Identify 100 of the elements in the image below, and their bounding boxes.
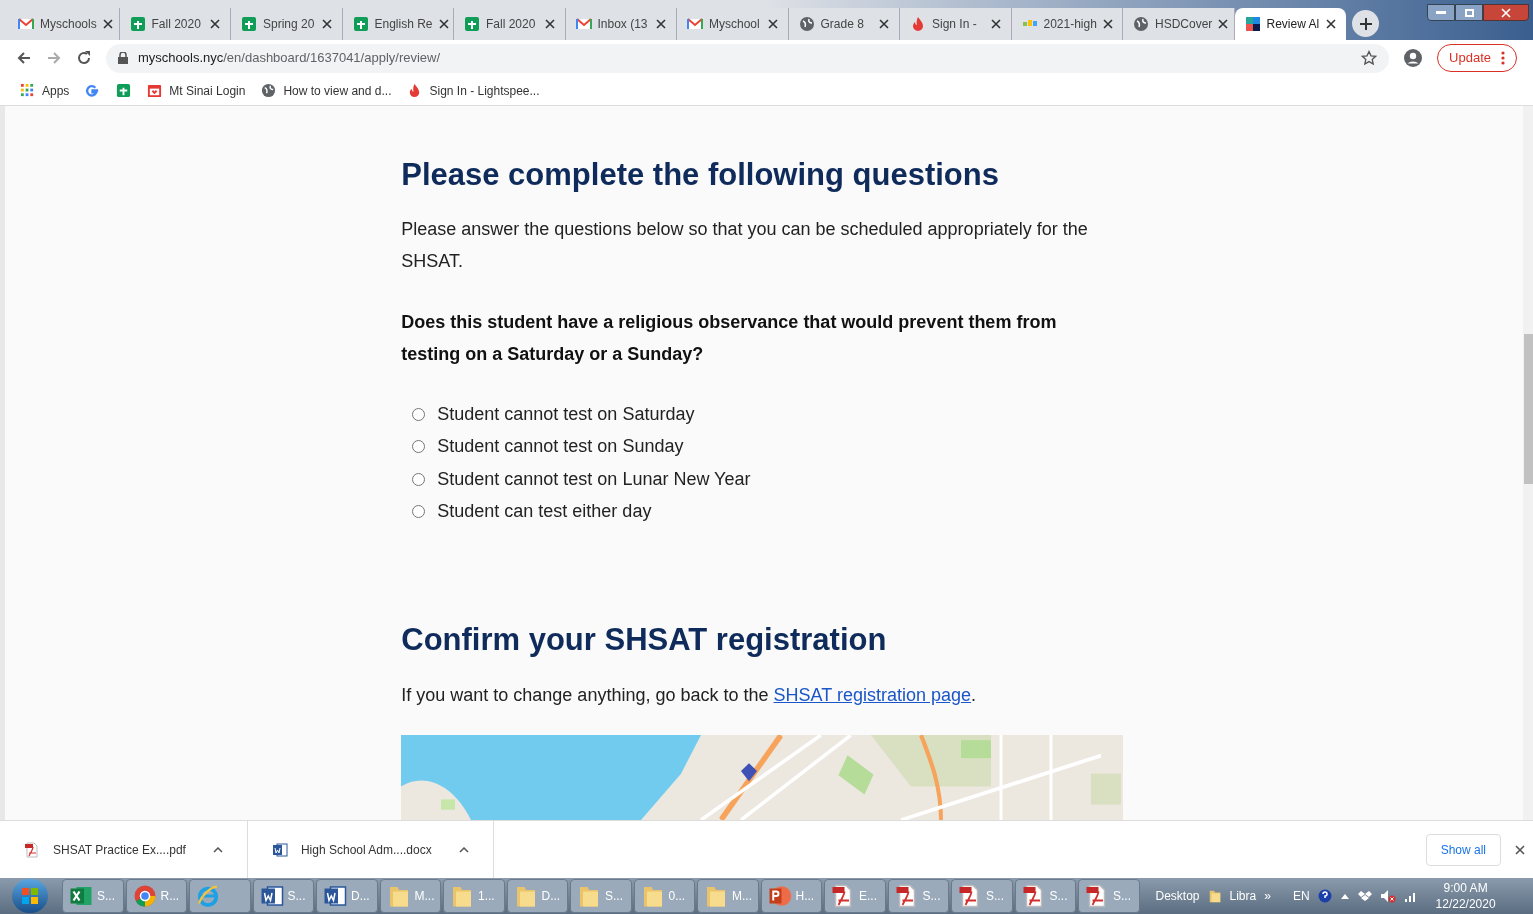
caret-icon[interactable]	[212, 846, 223, 853]
radio-button[interactable]	[412, 407, 426, 421]
back-icon[interactable]	[16, 50, 32, 66]
apps-grid-icon	[20, 83, 35, 98]
browser-tab[interactable]: HSDCover	[1123, 8, 1235, 40]
close-icon[interactable]	[767, 19, 778, 29]
close-icon[interactable]	[1326, 19, 1336, 29]
close-icon[interactable]	[879, 19, 889, 29]
close-icon[interactable]	[990, 19, 1001, 29]
sheet-icon	[241, 16, 257, 32]
tray-up-icon[interactable]	[1339, 892, 1350, 900]
bookmark[interactable]: How to view and d...	[261, 81, 392, 100]
tab-title: HSDCover	[1155, 16, 1213, 33]
change-text: If you want to change anything, go back to the SHSAT registration page.	[401, 684, 977, 707]
tab-title: Spring 20	[263, 16, 316, 33]
bookmark[interactable]: Mt Sinai Login	[147, 81, 246, 100]
new-tab-button[interactable]	[1352, 10, 1379, 37]
more-icon	[1501, 51, 1505, 65]
clock[interactable]: 9:00 AM 12/22/2020	[1435, 880, 1496, 912]
close-icon[interactable]	[102, 19, 113, 29]
close-icon[interactable]	[210, 19, 220, 29]
help-icon[interactable]	[1317, 889, 1332, 903]
globe-icon	[261, 83, 277, 98]
word-icon	[323, 884, 347, 908]
tab-title: Inbox (13	[597, 16, 649, 33]
tab-title: Grade 8	[820, 16, 865, 33]
bookmark[interactable]: Apps	[20, 81, 70, 100]
word-icon	[271, 841, 288, 858]
language-indicator[interactable]: EN	[1292, 887, 1310, 905]
radio-button[interactable]	[412, 472, 426, 486]
browser-tab[interactable]: Review Al	[1234, 8, 1346, 40]
calendar-icon	[147, 83, 163, 98]
squares-icon	[1244, 16, 1261, 32]
close-window-button[interactable]	[1483, 4, 1529, 21]
mail-icon	[687, 16, 703, 32]
close-icon[interactable]	[656, 19, 666, 29]
tab-title: Myschools	[40, 16, 97, 33]
radio-option[interactable]: Student cannot test on Sunday	[401, 430, 1124, 463]
tab-title: Fall 2020	[151, 16, 202, 33]
radio-button[interactable]	[412, 440, 426, 454]
plus-icon	[1359, 17, 1372, 30]
sheet-icon	[352, 16, 369, 32]
browser-icon	[132, 884, 157, 908]
mail-icon	[575, 16, 592, 32]
bookmark[interactable]: Sign In - Lightspee...	[407, 81, 540, 100]
browser-e-icon	[196, 884, 220, 908]
windows-logo-icon	[21, 887, 39, 905]
profile-icon[interactable]	[1403, 48, 1424, 68]
tab-title: Sign In -	[932, 16, 978, 33]
globe-icon	[1133, 16, 1149, 32]
radio-option[interactable]: Student cannot test on Lunar New Year	[401, 463, 1124, 496]
bookmark[interactable]	[116, 83, 132, 98]
url-text: myschools.nyc/en/dashboard/1637041/apply/review/	[138, 49, 442, 68]
show-all-button[interactable]: Show all	[1425, 833, 1501, 866]
maximize-button[interactable]	[1455, 4, 1483, 21]
registration-link[interactable]: SHSAT registration page	[773, 685, 971, 705]
start-button[interactable]	[12, 879, 48, 913]
address-field[interactable]: myschools.nyc/en/dashboard/1637041/apply/review/	[106, 43, 1390, 73]
lock-icon	[118, 52, 128, 64]
close-icon[interactable]	[1218, 19, 1229, 29]
folder-icon	[450, 884, 474, 908]
close-icon[interactable]	[321, 19, 332, 29]
close-icon[interactable]	[544, 19, 555, 29]
pdf-file-icon	[24, 841, 40, 858]
radio-option[interactable]: Student cannot test on Saturday	[401, 398, 1124, 431]
close-icon[interactable]	[438, 19, 449, 29]
toolbar-overflow-chevron[interactable]: »	[1264, 887, 1271, 905]
tab-title: English Re	[374, 16, 433, 33]
bookmark[interactable]	[85, 83, 101, 98]
caret-icon[interactable]	[458, 846, 469, 853]
mail-icon	[18, 16, 34, 32]
browser-tab[interactable]: Grade 8	[788, 8, 900, 40]
libraries-toolbar-label[interactable]: Libra	[1229, 887, 1257, 905]
radio-button[interactable]	[412, 505, 426, 519]
star-icon[interactable]	[1361, 50, 1378, 66]
dropbox-icon[interactable]	[1357, 890, 1372, 902]
google-icon	[85, 83, 101, 98]
section-heading: Please complete the following questions	[401, 156, 1000, 194]
sheet-icon	[129, 16, 146, 32]
desktop-toolbar-label[interactable]: Desktop	[1155, 887, 1200, 905]
close-icon[interactable]	[1102, 19, 1113, 29]
section-heading: Confirm your SHSAT registration	[401, 621, 888, 659]
muted-speaker-icon[interactable]	[1379, 889, 1396, 903]
folder-icon	[577, 884, 601, 908]
spreadsheet-icon	[69, 884, 93, 908]
browser-tab[interactable]: 2021-high	[1011, 8, 1123, 40]
browser-tab[interactable]: Sign In -	[900, 8, 1012, 40]
scrollbar[interactable]	[1523, 106, 1533, 820]
signal-icon[interactable]	[1403, 890, 1418, 902]
intro-paragraph: Please answer the questions below so that you can be scheduled appropriately for the SHSAT.	[401, 218, 1089, 273]
word-icon	[259, 884, 284, 908]
tab-title: Review Al	[1266, 16, 1320, 33]
reload-icon[interactable]	[76, 50, 92, 66]
radio-option[interactable]: Student can test either day	[401, 495, 1124, 528]
globe-icon	[798, 16, 815, 32]
sheet-icon	[116, 83, 132, 98]
close-icon[interactable]	[1515, 844, 1525, 855]
minimize-button[interactable]	[1427, 4, 1455, 21]
question-text: Does this student have a religious observance that would prevent them from testing on a Saturday or a Sunday?	[401, 311, 1058, 366]
folder-icon	[704, 884, 728, 908]
